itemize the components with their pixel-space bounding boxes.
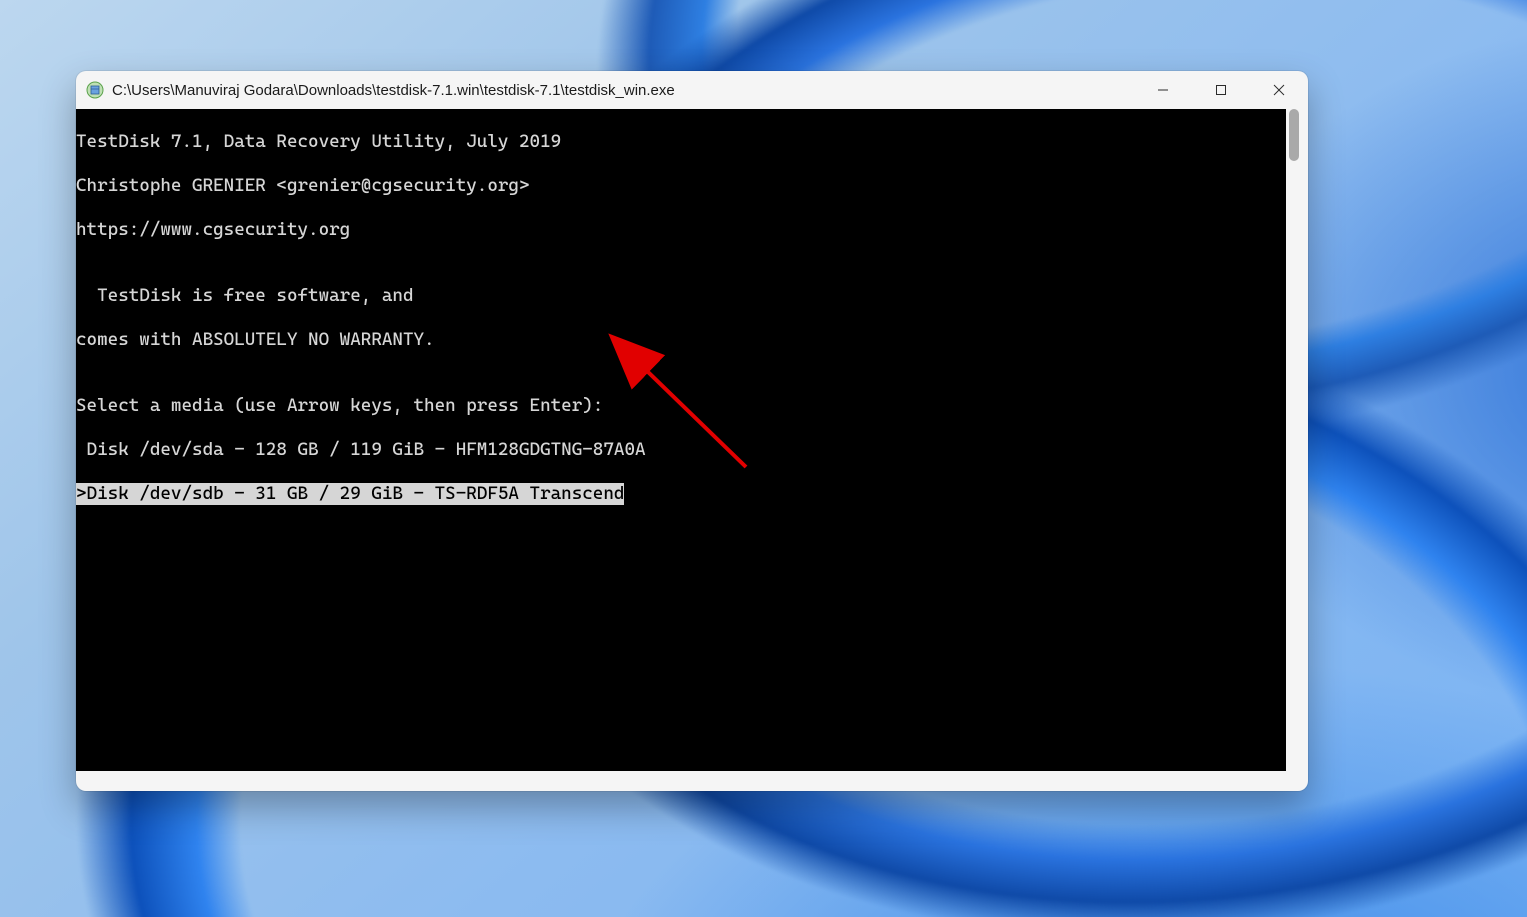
disk-row-selected[interactable]: >Disk /dev/sdb - 31 GB / 29 GiB - TS-RDF… <box>76 483 1286 505</box>
disk-row[interactable]: Disk /dev/sda - 128 GB / 119 GiB - HFM12… <box>76 439 1286 461</box>
close-button[interactable] <box>1250 71 1308 109</box>
terminal-line: https://www.cgsecurity.org <box>76 219 1286 241</box>
scrollbar-thumb[interactable] <box>1289 109 1299 161</box>
terminal-line: comes with ABSOLUTELY NO WARRANTY. <box>76 329 1286 351</box>
terminal-prompt: Select a media (use Arrow keys, then pre… <box>76 395 1286 417</box>
window-titlebar[interactable]: C:\Users\Manuviraj Godara\Downloads\test… <box>76 71 1308 109</box>
minimize-button[interactable] <box>1134 71 1192 109</box>
terminal-line: Christophe GRENIER <grenier@cgsecurity.o… <box>76 175 1286 197</box>
window-controls <box>1134 71 1308 109</box>
terminal-scrollbar[interactable] <box>1289 109 1299 771</box>
maximize-button[interactable] <box>1192 71 1250 109</box>
window-title: C:\Users\Manuviraj Godara\Downloads\test… <box>112 82 675 99</box>
terminal-line: TestDisk 7.1, Data Recovery Utility, Jul… <box>76 131 1286 153</box>
terminal-line: TestDisk is free software, and <box>76 285 1286 307</box>
console-window: C:\Users\Manuviraj Godara\Downloads\test… <box>76 71 1308 791</box>
terminal-output[interactable]: TestDisk 7.1, Data Recovery Utility, Jul… <box>76 109 1286 771</box>
app-icon <box>86 81 104 99</box>
selected-disk-text: >Disk /dev/sdb - 31 GB / 29 GiB - TS-RDF… <box>76 483 624 505</box>
desktop-background: C:\Users\Manuviraj Godara\Downloads\test… <box>0 0 1527 917</box>
